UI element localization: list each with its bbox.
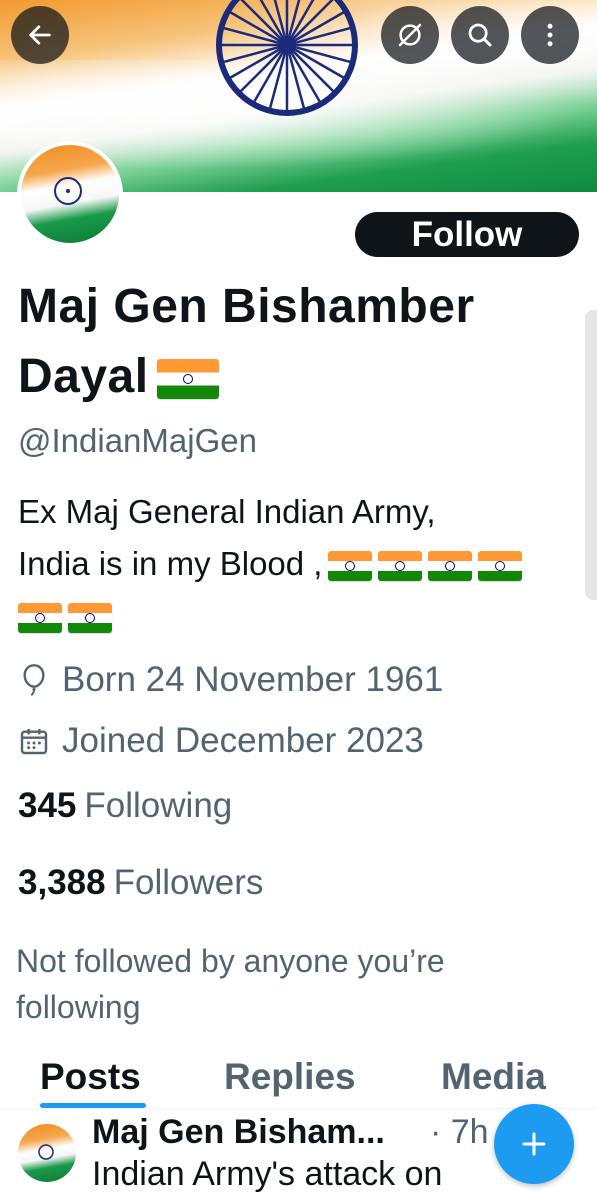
chakra-spoke	[293, 51, 335, 93]
profile-avatar[interactable]	[17, 141, 123, 247]
plus-icon	[522, 1132, 546, 1156]
chakra-spoke	[290, 0, 315, 37]
more-options-button[interactable]	[521, 6, 579, 64]
profile-bio: Ex Maj General Indian Army, India is in …	[18, 486, 583, 642]
bio-line-2: India is in my Blood ,	[18, 538, 583, 590]
india-flag-icon	[478, 551, 523, 582]
tab-posts[interactable]: Posts	[40, 1056, 141, 1098]
following-label: Following	[84, 786, 233, 825]
following-count: 345	[18, 786, 77, 825]
bio-line-1: Ex Maj General Indian Army,	[18, 493, 436, 530]
followers-label: Followers	[113, 863, 264, 902]
more-vertical-icon	[547, 23, 553, 47]
ashoka-chakra-icon	[216, 0, 358, 116]
post-author-avatar[interactable]	[18, 1124, 76, 1182]
arrow-left-icon	[29, 25, 51, 45]
tab-media[interactable]: Media	[441, 1056, 546, 1098]
post-text[interactable]: Indian Army's attack on	[92, 1155, 442, 1194]
bio-line-3	[18, 590, 583, 642]
avatar-chakra-icon	[54, 177, 82, 205]
scroll-edge-handle[interactable]	[585, 310, 597, 600]
followers-link[interactable]: 3,388 Followers	[18, 863, 263, 903]
active-tab-indicator	[40, 1103, 146, 1108]
chakra-spoke	[259, 0, 284, 37]
search-icon	[468, 23, 492, 47]
post-timestamp: · 7h	[430, 1113, 489, 1151]
chakra-spoke	[293, 0, 334, 39]
birthdate-text: Born 24 November 1961	[62, 660, 444, 699]
not-followed-notice: Not followed by anyone you’re following	[16, 943, 445, 1025]
profile-name-text: Maj Gen Bishamber Dayal	[18, 280, 475, 403]
followers-count: 3,388	[18, 863, 106, 902]
profile-tabs: Posts Replies Media	[0, 1050, 597, 1109]
profile-handle: @IndianMajGen	[18, 422, 257, 459]
calendar-icon	[20, 729, 48, 755]
india-flag-icon	[156, 359, 219, 400]
india-flag-icon	[68, 603, 112, 634]
no-sync-button[interactable]	[381, 6, 439, 64]
following-link[interactable]: 345 Following	[18, 786, 232, 826]
india-flag-icon	[428, 551, 473, 582]
birthdate-row: Born 24 November 1961	[18, 660, 443, 700]
follow-button[interactable]: Follow	[355, 212, 579, 257]
post-author-name[interactable]: Maj Gen Bisham...	[92, 1113, 385, 1152]
joined-row: Joined December 2023	[18, 721, 424, 761]
profile-name: Maj Gen Bishamber Dayal	[18, 272, 578, 412]
chakra-spoke	[239, 51, 281, 93]
joined-text: Joined December 2023	[62, 721, 424, 760]
compose-post-button[interactable]	[494, 1104, 574, 1184]
post-avatar-chakra-icon	[38, 1144, 54, 1160]
bio-line-2-text: India is in my Blood ,	[18, 545, 323, 582]
back-button[interactable]	[11, 6, 69, 64]
india-flag-icon	[18, 603, 62, 634]
no-sync-icon	[398, 23, 422, 47]
balloon-icon	[23, 664, 45, 697]
chakra-spoke	[240, 0, 281, 39]
search-button[interactable]	[451, 6, 509, 64]
india-flag-icon	[378, 551, 423, 582]
india-flag-icon	[328, 551, 373, 582]
tab-replies[interactable]: Replies	[224, 1056, 356, 1098]
